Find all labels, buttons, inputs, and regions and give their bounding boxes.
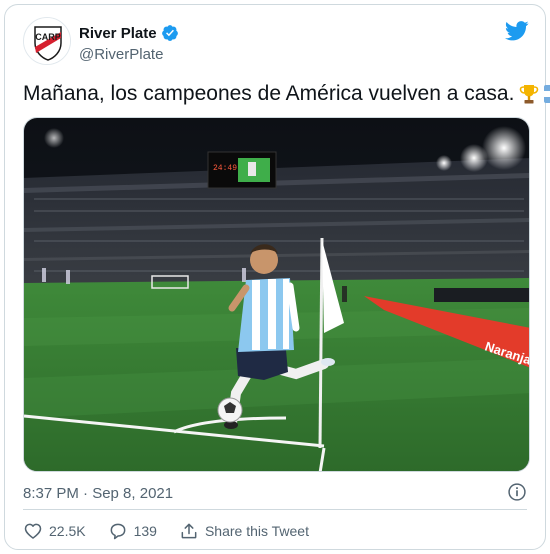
verified-badge-icon	[161, 25, 178, 41]
author-name[interactable]: River Plate	[79, 25, 157, 42]
author-handle[interactable]: @RiverPlate	[79, 46, 163, 63]
reply-count: 139	[133, 523, 157, 539]
like-button[interactable]: 22.5K	[23, 521, 86, 541]
share-label: Share this Tweet	[204, 523, 309, 539]
svg-text:CARP: CARP	[35, 32, 61, 42]
avatar[interactable]: CARP	[23, 17, 71, 65]
tweet-media-photo[interactable]: 24:49 Naranja	[23, 117, 530, 472]
like-count: 22.5K	[49, 523, 86, 539]
author-name-row: River Plate	[79, 24, 179, 42]
heart-icon	[24, 523, 42, 539]
river-plate-crest-icon: CARP	[24, 18, 70, 64]
argentina-flag-emoji-icon	[544, 85, 550, 103]
tweet-card: CARP River Plate @RiverPlate Mañana, los…	[4, 4, 550, 550]
actions-divider	[23, 509, 527, 510]
tweet-actions: 22.5K 139 Share this Tweet	[23, 519, 331, 543]
stadium-photo: 24:49 Naranja	[24, 118, 529, 471]
scoreboard-clock: 24:49	[213, 164, 237, 173]
twitter-bird-icon[interactable]	[505, 21, 529, 41]
reply-button[interactable]: 139	[108, 521, 157, 541]
share-button[interactable]: Share this Tweet	[179, 521, 309, 541]
info-icon[interactable]	[507, 482, 527, 502]
tweet-timestamp[interactable]: 8:37 PM · Sep 8, 2021	[23, 485, 173, 502]
trophy-emoji-icon	[520, 85, 539, 104]
tweet-text: Mañana, los campeones de América vuelven…	[23, 81, 550, 107]
tweet-text-content: Mañana, los campeones de América vuelven…	[23, 82, 515, 105]
reply-icon	[110, 523, 126, 540]
share-icon	[181, 523, 197, 539]
